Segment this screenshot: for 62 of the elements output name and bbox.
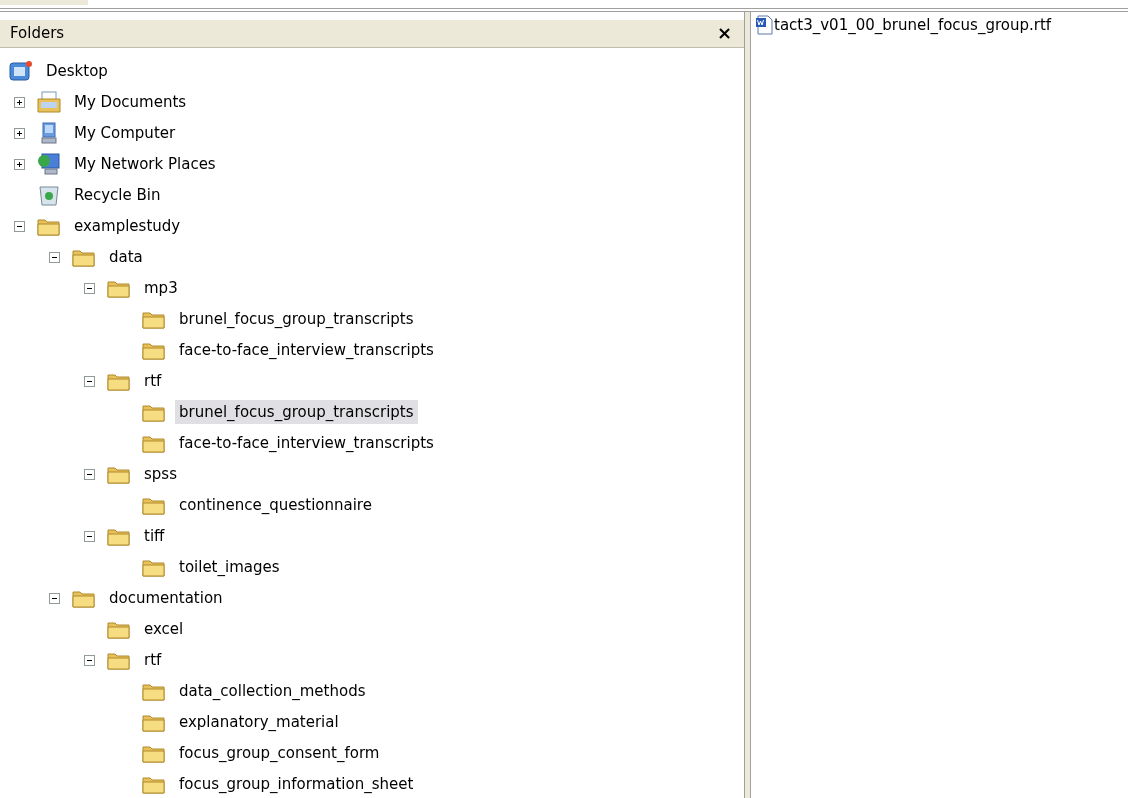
tree-item[interactable]: tiff: [140, 524, 169, 549]
folder-icon: [107, 619, 131, 640]
tree-item[interactable]: brunel_focus_group_transcripts: [175, 307, 418, 332]
file-item[interactable]: tact3_v01_00_brunel_focus_group.rtf: [774, 14, 1052, 37]
expand-toggle[interactable]: [14, 158, 25, 170]
tree-item[interactable]: examplestudy: [70, 214, 185, 239]
folder-icon: [142, 712, 166, 733]
tree-item[interactable]: data: [105, 245, 147, 270]
tree-item[interactable]: spss: [140, 462, 181, 487]
folder-icon: [107, 526, 131, 547]
network-icon: [37, 153, 61, 176]
folder-icon: [142, 774, 166, 795]
tree-item[interactable]: documentation: [105, 586, 227, 611]
word-document-icon: [755, 15, 773, 36]
expand-toggle[interactable]: [14, 96, 25, 108]
folder-icon: [107, 464, 131, 485]
folder-icon: [142, 495, 166, 516]
collapse-toggle[interactable]: [84, 654, 95, 666]
collapse-toggle[interactable]: [84, 468, 95, 480]
folder-icon: [107, 371, 131, 392]
folder-icon: [107, 650, 131, 671]
expand-toggle[interactable]: [14, 127, 25, 139]
tree-item[interactable]: continence_questionnaire: [175, 493, 376, 518]
tree-item[interactable]: rtf: [140, 648, 166, 673]
tree-item[interactable]: brunel_focus_group_transcripts: [175, 400, 418, 425]
collapse-toggle[interactable]: [14, 220, 25, 232]
close-button[interactable]: ×: [716, 24, 732, 43]
tree-item[interactable]: My Documents: [70, 90, 191, 115]
tree-item[interactable]: face-to-face_interview_transcripts: [175, 338, 438, 363]
folder-icon: [142, 309, 166, 330]
tree-item[interactable]: explanatory_material: [175, 710, 343, 735]
folder-icon: [142, 433, 166, 454]
tree-item[interactable]: focus_group_information_sheet: [175, 772, 418, 797]
folder-icon: [37, 216, 61, 237]
folder-icon: [142, 402, 166, 423]
tree-item[interactable]: focus_group_consent_form: [175, 741, 384, 766]
folder-icon: [72, 247, 96, 268]
recycle-bin-icon: [37, 184, 61, 207]
collapse-toggle[interactable]: [84, 282, 95, 294]
collapse-toggle[interactable]: [49, 592, 60, 604]
collapse-toggle[interactable]: [49, 251, 60, 263]
folder-icon: [142, 681, 166, 702]
tree-item[interactable]: My Computer: [70, 121, 180, 146]
collapse-toggle[interactable]: [84, 375, 95, 387]
tree-item[interactable]: Desktop: [42, 59, 112, 84]
folder-icon: [72, 588, 96, 609]
collapse-toggle[interactable]: [84, 530, 95, 542]
tree-item[interactable]: data_collection_methods: [175, 679, 370, 704]
tree-item[interactable]: excel: [140, 617, 188, 642]
tree-item[interactable]: mp3: [140, 276, 182, 301]
tree-item[interactable]: Recycle Bin: [70, 183, 165, 208]
tree-item[interactable]: face-to-face_interview_transcripts: [175, 431, 438, 456]
tree-item[interactable]: My Network Places: [70, 152, 220, 177]
tree-item[interactable]: toilet_images: [175, 555, 284, 580]
pane-title: Folders: [10, 23, 65, 45]
folder-icon: [142, 557, 166, 578]
documents-folder-icon: [37, 91, 61, 114]
tree-item[interactable]: rtf: [140, 369, 166, 394]
folder-icon: [142, 340, 166, 361]
folder-icon: [142, 743, 166, 764]
desktop-icon: [9, 60, 33, 83]
folder-icon: [107, 278, 131, 299]
